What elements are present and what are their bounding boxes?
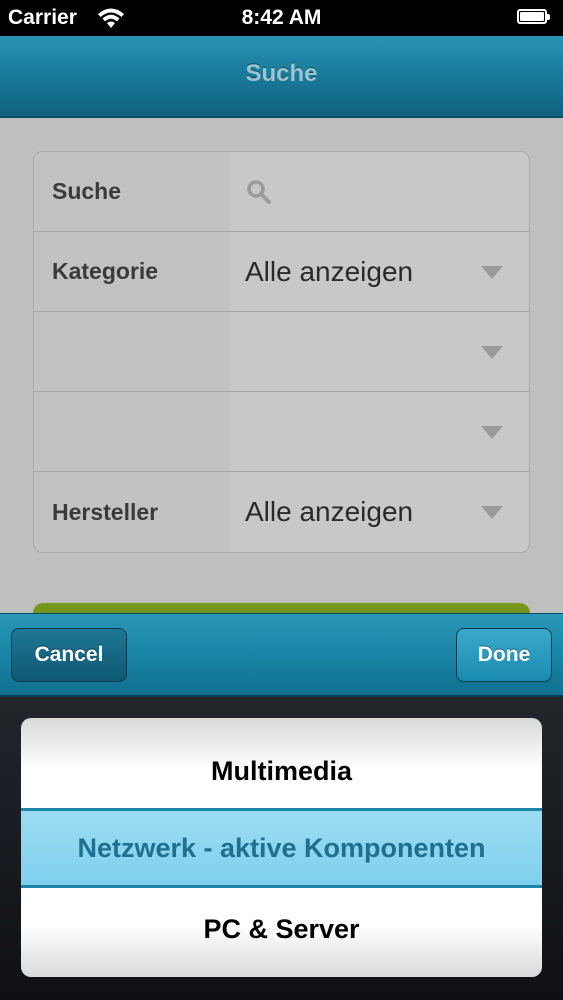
hersteller-label: Hersteller	[34, 472, 230, 552]
picker-item[interactable]: PC & Server	[21, 889, 542, 969]
form-row-kategorie[interactable]: Kategorie Alle anzeigen	[34, 232, 529, 312]
screen: Carrier 8:42 AM Suche Suche Kategorie Al…	[0, 0, 563, 1000]
form-row-hersteller[interactable]: Hersteller Alle anzeigen	[34, 472, 529, 552]
picker-item[interactable]: Multimedia	[21, 731, 542, 811]
picker-item-selected[interactable]: Netzwerk - aktive Komponenten	[21, 808, 542, 888]
battery-fill	[520, 12, 544, 21]
subcategory-2-label	[34, 392, 230, 471]
search-input[interactable]	[230, 152, 529, 231]
picker: Multimedia Netzwerk - aktive Komponenten…	[0, 697, 563, 1000]
clock: 8:42 AM	[241, 6, 322, 29]
picker-toolbar: Cancel Done	[0, 613, 563, 697]
search-icon	[247, 180, 271, 204]
page-title: Suche	[245, 60, 318, 87]
done-button[interactable]: Done	[456, 628, 552, 682]
chevron-down-icon	[481, 506, 503, 519]
form-row-subcategory-1[interactable]	[34, 312, 529, 392]
subcategory-1-label	[34, 312, 230, 391]
form-row-subcategory-2[interactable]	[34, 392, 529, 472]
cancel-button[interactable]: Cancel	[11, 628, 127, 682]
chevron-down-icon	[481, 266, 503, 279]
chevron-down-icon	[481, 346, 503, 359]
search-form-area: Suche Kategorie Alle anzeigen Hersteller…	[0, 118, 563, 643]
status-bar: Carrier 8:42 AM	[0, 0, 563, 36]
search-form: Suche Kategorie Alle anzeigen Hersteller…	[33, 151, 530, 553]
form-row-search[interactable]: Suche	[34, 152, 529, 232]
picker-wheel[interactable]: Multimedia Netzwerk - aktive Komponenten…	[21, 718, 542, 977]
chevron-down-icon	[481, 426, 503, 439]
kategorie-label: Kategorie	[34, 232, 230, 311]
battery-icon	[517, 9, 550, 24]
navigation-bar: Suche	[0, 36, 563, 118]
search-label: Suche	[34, 152, 230, 231]
